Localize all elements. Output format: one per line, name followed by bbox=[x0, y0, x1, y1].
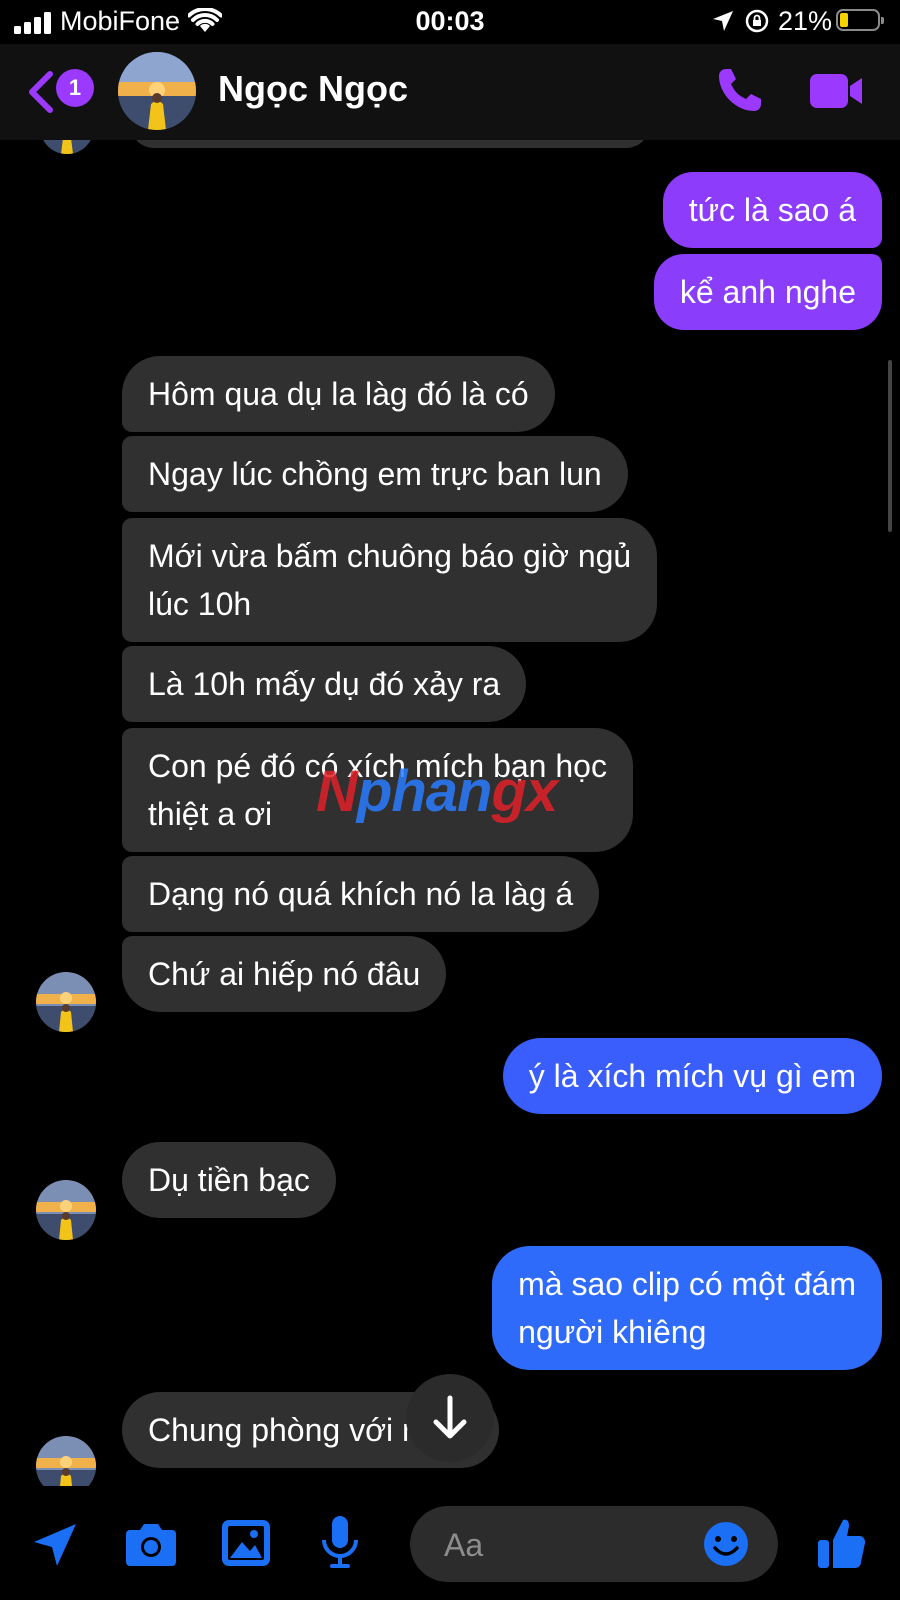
message-line: mà sao clip có một đám bbox=[518, 1266, 856, 1302]
thumbs-up-icon[interactable] bbox=[816, 1516, 868, 1570]
status-bar: MobiFone 00:03 21% bbox=[0, 0, 900, 44]
gallery-icon[interactable] bbox=[220, 1518, 272, 1568]
battery-level bbox=[840, 13, 848, 27]
message-bubble-received[interactable]: Là 10h mấy dụ đó xảy ra bbox=[122, 646, 527, 722]
message-input[interactable] bbox=[442, 1524, 696, 1566]
watermark-logo: Nphangx bbox=[316, 759, 558, 824]
message-composer bbox=[0, 1486, 900, 1600]
contact-avatar-small[interactable] bbox=[36, 1180, 96, 1240]
contact-name[interactable]: Ngọc Ngọc bbox=[218, 68, 408, 110]
contact-avatar-small[interactable] bbox=[36, 972, 96, 1032]
unread-count-badge[interactable]: 1 bbox=[56, 69, 94, 107]
message-line: Mới vừa bấm chuông báo giờ ngủ bbox=[148, 538, 632, 574]
back-chevron-icon[interactable] bbox=[26, 70, 56, 114]
message-bubble-received[interactable]: Dụ tiền bạc bbox=[122, 1142, 336, 1218]
message-bubble-received[interactable]: Dạng nó quá khích nó la làg á bbox=[122, 856, 600, 932]
camera-icon[interactable] bbox=[124, 1520, 178, 1568]
scrollbar[interactable] bbox=[888, 360, 892, 532]
message-bubble-sent[interactable]: tức là sao á bbox=[662, 172, 882, 248]
video-call-icon[interactable] bbox=[808, 72, 866, 110]
rotation-lock-icon bbox=[745, 9, 769, 33]
contact-avatar-small[interactable] bbox=[36, 1436, 96, 1486]
battery-percent: 21% bbox=[778, 6, 833, 36]
contact-avatar-small bbox=[40, 140, 94, 154]
message-input-field[interactable] bbox=[410, 1506, 778, 1582]
message-bubble-received[interactable]: Mới vừa bấm chuông báo giờ ngủ lúc 10h bbox=[122, 518, 658, 642]
message-bubble-received[interactable]: Ngay lúc chồng em trực ban lun bbox=[122, 436, 628, 512]
battery-icon bbox=[836, 9, 884, 31]
message-line: người khiêng bbox=[518, 1314, 707, 1350]
microphone-icon[interactable] bbox=[320, 1514, 360, 1570]
previous-message-bubble bbox=[130, 140, 650, 148]
contact-avatar[interactable] bbox=[118, 52, 196, 130]
phone-call-icon[interactable] bbox=[716, 66, 764, 114]
scroll-to-bottom-button[interactable] bbox=[406, 1374, 494, 1462]
message-bubble-sent[interactable]: mà sao clip có một đám người khiêng bbox=[492, 1246, 882, 1370]
message-bubble-sent[interactable]: ý là xích mích vụ gì em bbox=[502, 1038, 882, 1114]
chat-header: 1 Ngọc Ngọc bbox=[0, 44, 900, 140]
send-location-icon[interactable] bbox=[30, 1520, 80, 1570]
message-bubble-received[interactable]: Hôm qua dụ la làg đó là có bbox=[122, 356, 555, 432]
location-arrow-icon bbox=[713, 11, 733, 31]
message-bubble-sent[interactable]: kể anh nghe bbox=[653, 254, 882, 330]
arrow-down-icon bbox=[433, 1395, 467, 1439]
emoji-icon[interactable] bbox=[702, 1520, 750, 1568]
message-bubble-received[interactable]: Chứ ai hiếp nó đâu bbox=[122, 936, 447, 1012]
message-line: lúc 10h bbox=[148, 586, 252, 622]
